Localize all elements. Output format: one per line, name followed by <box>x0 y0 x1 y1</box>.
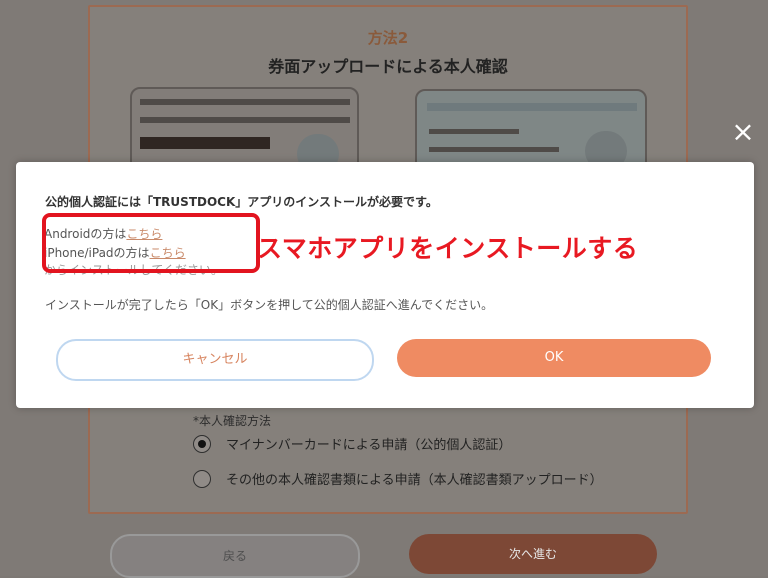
radio-selected-dot <box>198 440 206 448</box>
card-line <box>140 99 350 105</box>
modal-headline: 公的個人認証には「TRUSTDOCK」アプリのインストールが必要です。 <box>45 195 438 209</box>
radio-option-1[interactable] <box>193 435 211 453</box>
ok-button[interactable]: OK <box>397 339 711 377</box>
radio-label-1: マイナンバーカードによる申請（公的個人認証） <box>226 438 512 453</box>
cancel-button[interactable]: キャンセル <box>56 339 374 381</box>
close-icon[interactable]: × <box>731 118 755 146</box>
section-label: *本人確認方法 <box>193 414 272 428</box>
next-button[interactable]: 次へ進む <box>409 534 657 574</box>
modal-note: インストールが完了したら「OK」ボタンを押して公的個人認証へ進んでください。 <box>45 298 494 312</box>
method-title: 券面アップロードによる本人確認 <box>268 57 508 76</box>
card-line <box>429 147 559 152</box>
method-label: 方法2 <box>367 29 409 47</box>
radio-option-2[interactable] <box>193 470 211 488</box>
back-button[interactable]: 戻る <box>110 534 360 578</box>
card-dark-bar <box>140 137 270 149</box>
callout-text: スマホアプリをインストールする <box>257 234 639 263</box>
card-line <box>429 129 519 134</box>
radio-label-2: その他の本人確認書類による申請（本人確認書類アップロード） <box>226 473 603 488</box>
card-line <box>427 103 637 111</box>
install-modal: 公的個人認証には「TRUSTDOCK」アプリのインストールが必要です。 Andr… <box>16 162 754 408</box>
link-highlight-box <box>42 213 260 273</box>
card-line <box>140 117 350 123</box>
